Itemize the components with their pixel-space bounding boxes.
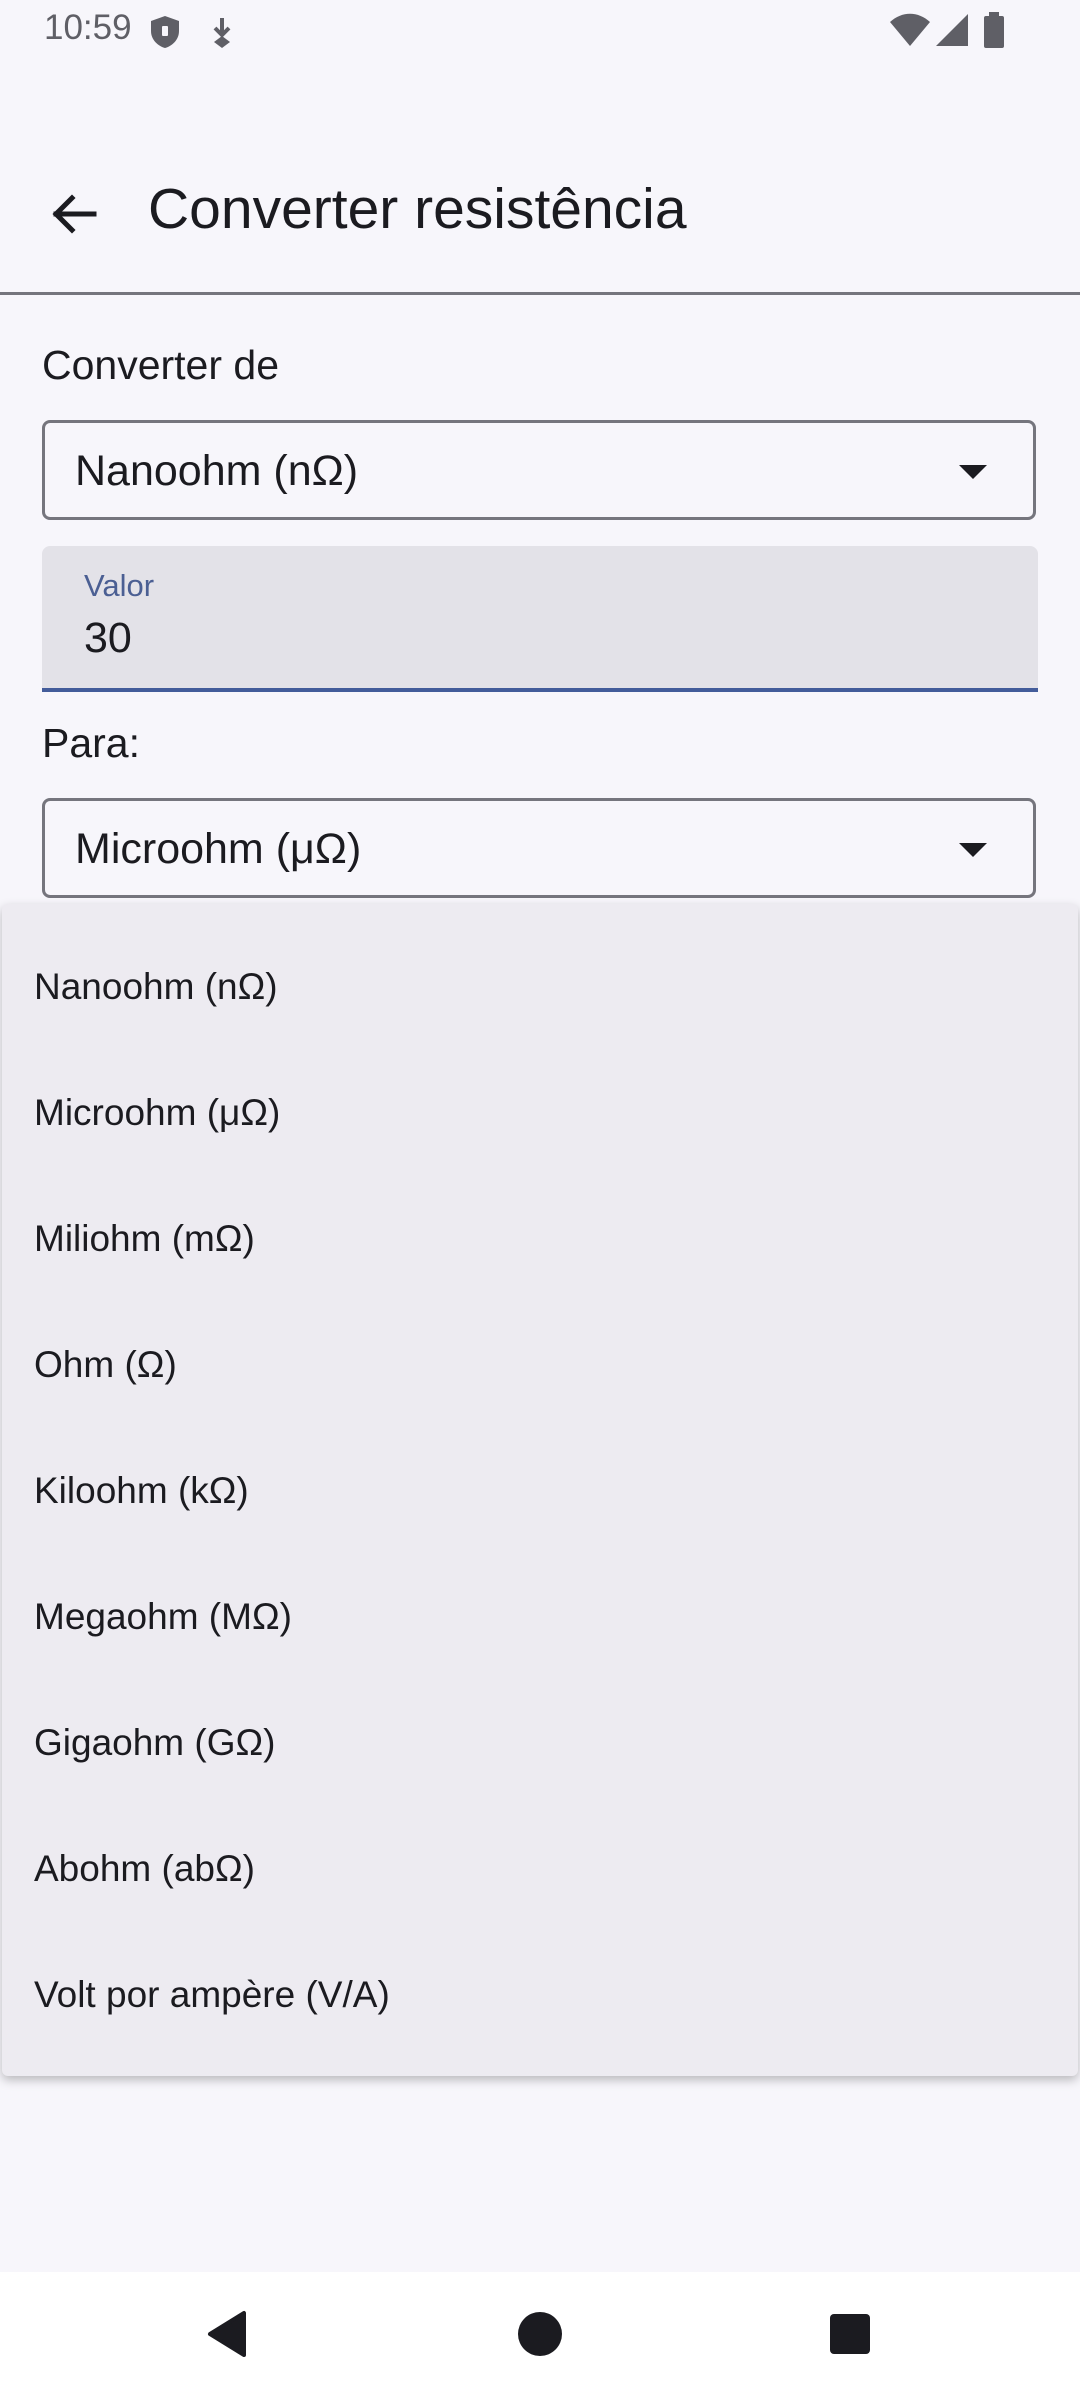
menu-item-ohm[interactable]: Ohm (Ω) xyxy=(2,1306,1078,1432)
screen: 10:59 Converter resistência Converter de… xyxy=(0,0,1080,2400)
menu-item-label: Miliohm (mΩ) xyxy=(34,1218,255,1259)
nav-back-button[interactable] xyxy=(188,2296,268,2376)
to-unit-select[interactable]: Microohm (μΩ) xyxy=(42,798,1036,898)
dropdown-arrow-icon xyxy=(959,843,987,857)
page-title: Converter resistência xyxy=(148,177,687,241)
app-bar-divider xyxy=(0,292,1080,295)
menu-item-gigaohm[interactable]: Gigaohm (GΩ) xyxy=(2,1684,1078,1810)
to-unit-value: Microohm (μΩ) xyxy=(75,825,362,873)
wifi-icon xyxy=(888,12,932,53)
menu-item-label: Nanoohm (nΩ) xyxy=(34,966,278,1007)
menu-item-kiloohm[interactable]: Kiloohm (kΩ) xyxy=(2,1432,1078,1558)
menu-item-label: Gigaohm (GΩ) xyxy=(34,1722,276,1763)
app-bar: Converter resistência xyxy=(0,140,1080,292)
back-button[interactable] xyxy=(34,176,114,256)
value-field[interactable]: Valor 30 xyxy=(42,546,1038,692)
status-bar: 10:59 xyxy=(0,0,1080,64)
menu-item-label: Kiloohm (kΩ) xyxy=(34,1470,249,1511)
menu-item-megaohm[interactable]: Megaohm (MΩ) xyxy=(2,1558,1078,1684)
menu-item-volt-por-ampere[interactable]: Volt por ampère (V/A) xyxy=(2,1936,1078,2062)
menu-item-abohm[interactable]: Abohm (abΩ) xyxy=(2,1810,1078,1936)
value-input[interactable]: 30 xyxy=(84,614,132,663)
menu-item-label: Megaohm (MΩ) xyxy=(34,1596,292,1637)
from-unit-select[interactable]: Nanoohm (nΩ) xyxy=(42,420,1036,520)
nav-back-icon xyxy=(204,2309,252,2364)
menu-item-label: Volt por ampère (V/A) xyxy=(34,1974,390,2015)
menu-item-nanoohm[interactable]: Nanoohm (nΩ) xyxy=(2,928,1078,1054)
status-time: 10:59 xyxy=(44,8,132,47)
menu-item-label: Abohm (abΩ) xyxy=(34,1848,255,1889)
unit-dropdown-menu: Nanoohm (nΩ) Microohm (μΩ) Miliohm (mΩ) … xyxy=(2,904,1078,2076)
from-label: Converter de xyxy=(42,342,280,388)
download-icon xyxy=(208,14,236,55)
nav-home-icon xyxy=(516,2310,564,2363)
nav-home-button[interactable] xyxy=(500,2296,580,2376)
system-nav-bar xyxy=(0,2272,1080,2400)
battery-icon xyxy=(982,12,1006,53)
nav-recents-icon xyxy=(828,2312,872,2361)
from-unit-value: Nanoohm (nΩ) xyxy=(75,447,359,495)
value-label: Valor xyxy=(84,568,155,603)
dropdown-arrow-icon xyxy=(959,465,987,479)
nav-recents-button[interactable] xyxy=(810,2296,890,2376)
to-label: Para: xyxy=(42,720,140,766)
arrow-back-icon xyxy=(50,190,98,243)
cell-signal-icon xyxy=(934,12,970,53)
shield-icon xyxy=(148,14,182,55)
menu-item-microohm[interactable]: Microohm (μΩ) xyxy=(2,1054,1078,1180)
menu-item-label: Ohm (Ω) xyxy=(34,1344,177,1385)
menu-item-miliohm[interactable]: Miliohm (mΩ) xyxy=(2,1180,1078,1306)
menu-item-label: Microohm (μΩ) xyxy=(34,1092,281,1133)
